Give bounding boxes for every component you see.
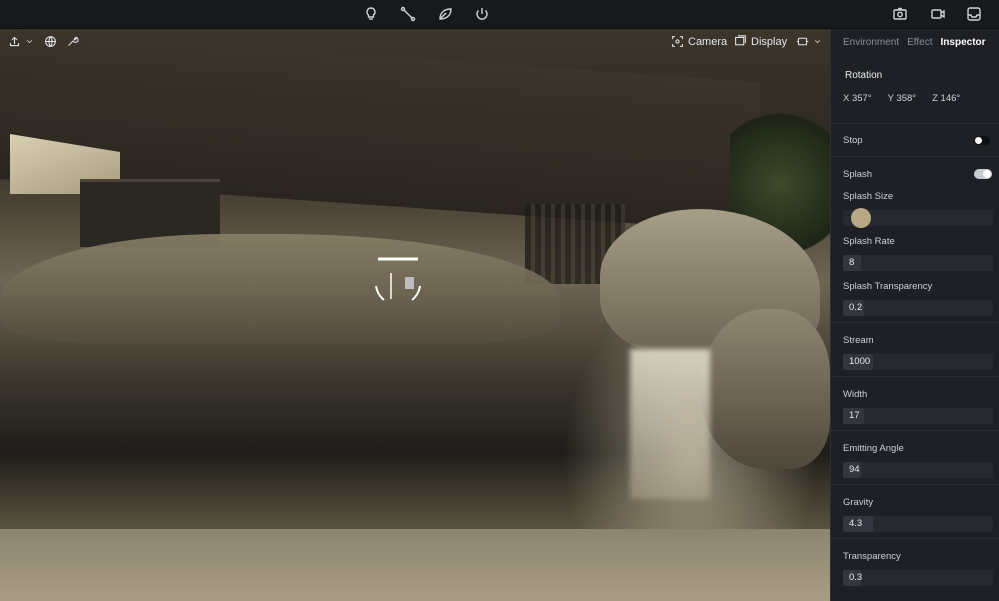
field-value: 8 — [849, 257, 855, 268]
tab-environment[interactable]: Environment — [843, 37, 899, 48]
pool-water — [0, 529, 830, 601]
upload-icon — [9, 36, 20, 47]
camera-label: Camera — [688, 35, 728, 48]
field-value: 94 — [849, 464, 860, 475]
panel-tabs: Environment Effect Inspector — [831, 29, 999, 55]
waterfall — [630, 349, 710, 499]
stop-label: Stop — [843, 135, 863, 146]
view-mode-dropdown[interactable] — [796, 35, 822, 48]
number-input[interactable]: 8 — [843, 255, 993, 271]
power-icon[interactable] — [473, 5, 491, 23]
field-label: Gravity — [843, 497, 874, 508]
slider-thumb[interactable] — [851, 208, 871, 228]
number-input[interactable]: 0.2 — [843, 300, 993, 316]
inbox-icon[interactable] — [965, 5, 983, 23]
scene-viewport[interactable]: Camera Display — [0, 29, 830, 601]
field-label: Transparency — [843, 551, 901, 562]
tab-effect[interactable]: Effect — [907, 37, 932, 48]
tab-inspector[interactable]: Inspector — [941, 37, 986, 48]
divider — [831, 538, 999, 539]
field-value: 0.2 — [849, 302, 863, 313]
field-label: Splash Rate — [843, 236, 895, 247]
splash-size-label: Splash Size — [843, 191, 894, 202]
divider — [831, 123, 999, 124]
rotation-values: X 357° Y 358° Z 146° — [843, 93, 960, 104]
field-label: Width — [843, 389, 868, 400]
globe-icon[interactable] — [44, 35, 57, 48]
wrench-icon[interactable] — [66, 35, 79, 48]
number-input[interactable]: 94 — [843, 462, 993, 478]
field-label: Stream — [843, 335, 874, 346]
splash-size-slider[interactable] — [843, 208, 993, 228]
rock-ledge — [0, 234, 560, 344]
display-icon — [735, 35, 746, 46]
field-value: 4.3 — [849, 518, 863, 529]
divider — [831, 376, 999, 377]
inspector-panel: Environment Effect Inspector Rotation X … — [830, 29, 999, 601]
rotation-z[interactable]: Z 146° — [932, 93, 960, 104]
divider — [831, 322, 999, 323]
rotation-gizmo[interactable] — [368, 251, 428, 311]
leaf-icon[interactable] — [436, 5, 454, 23]
number-input[interactable]: 4.3 — [843, 516, 993, 532]
toggle-knob — [975, 137, 982, 144]
rotation-x[interactable]: X 357° — [843, 93, 872, 104]
field-value: 0.3 — [849, 572, 863, 583]
rotation-y[interactable]: Y 358° — [888, 93, 916, 104]
lightbulb-icon[interactable] — [362, 5, 380, 23]
path-icon[interactable] — [399, 5, 417, 23]
number-input[interactable]: 1000 — [843, 354, 993, 370]
number-input[interactable]: 0.3 — [843, 570, 993, 586]
chevron-down-icon — [26, 40, 33, 44]
chevron-down-icon — [814, 40, 821, 44]
divider — [831, 430, 999, 431]
stop-toggle[interactable] — [974, 136, 990, 145]
field-label: Splash Transparency — [843, 281, 933, 292]
divider — [831, 156, 999, 157]
boulder — [700, 309, 830, 469]
camera-icon[interactable] — [891, 5, 909, 23]
field-value: 1000 — [849, 356, 871, 367]
display-button[interactable]: Display — [734, 35, 787, 48]
camera-button[interactable]: Camera — [671, 35, 727, 48]
camera-frame-icon — [672, 36, 683, 47]
field-value: 17 — [849, 410, 860, 421]
view-cycle-icon — [796, 37, 809, 46]
toggle-knob — [983, 170, 991, 178]
video-icon[interactable] — [929, 5, 947, 23]
export-dropdown[interactable] — [8, 35, 34, 48]
field-label: Emitting Angle — [843, 443, 904, 454]
number-input[interactable]: 17 — [843, 408, 993, 424]
display-label: Display — [751, 35, 788, 48]
splash-toggle[interactable] — [974, 169, 992, 179]
divider — [831, 484, 999, 485]
splash-label: Splash — [843, 169, 873, 180]
rotation-title: Rotation — [845, 70, 883, 81]
top-toolbar — [0, 0, 999, 29]
